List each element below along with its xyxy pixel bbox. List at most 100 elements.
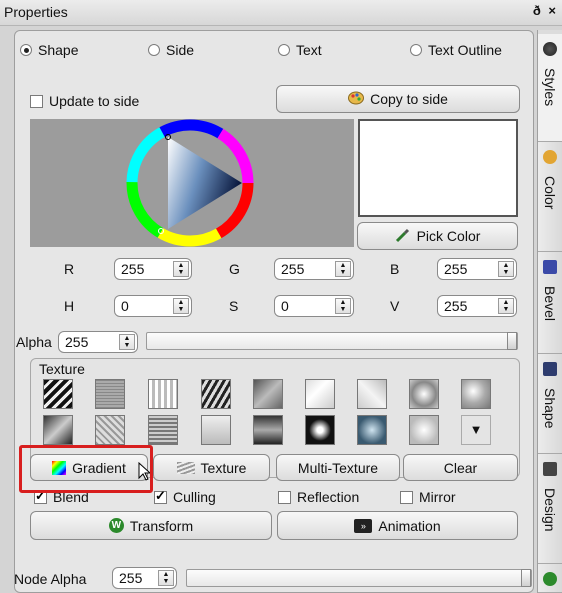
radio-label: Shape (38, 42, 79, 58)
checkbox-label: Culling (173, 489, 216, 505)
slider-thumb[interactable] (507, 332, 517, 350)
radio-side[interactable]: Side (148, 42, 194, 58)
alpha-spinner[interactable]: 255 ▲ ▼ (58, 331, 138, 353)
node-alpha-label: Node Alpha (14, 571, 87, 587)
texture-more-dropdown[interactable]: ▼ (461, 415, 491, 445)
window-controls[interactable]: ð × (533, 3, 558, 18)
spinner-arrows-icon[interactable]: ▲ ▼ (119, 334, 135, 350)
tab-label: Shape (542, 388, 558, 429)
g-label: G (229, 261, 240, 277)
update-to-side-checkbox[interactable]: Update to side (30, 93, 139, 109)
slider-thumb[interactable] (521, 569, 531, 587)
texture-swatch[interactable] (409, 415, 439, 445)
h-spinner[interactable]: 0 ▲ ▼ (114, 295, 192, 317)
more-tab-icon (543, 572, 557, 586)
texture-swatch[interactable] (95, 415, 125, 445)
texture-swatch[interactable] (253, 379, 283, 409)
g-spinner[interactable]: 255 ▲ ▼ (274, 258, 354, 280)
radio-dot (278, 44, 290, 56)
color-wheel-area[interactable] (30, 119, 354, 247)
spinner-value: 255 (121, 261, 145, 277)
texture-icon (176, 461, 195, 474)
transform-button[interactable]: W Transform (30, 511, 272, 540)
mirror-checkbox[interactable]: Mirror (400, 489, 456, 505)
alpha-slider[interactable] (146, 332, 518, 350)
spinner-value: 255 (65, 334, 89, 350)
v-spinner[interactable]: 255 ▲ ▼ (437, 295, 517, 317)
radio-shape[interactable]: Shape (20, 42, 78, 58)
tab-label: Design (542, 488, 558, 532)
texture-swatch[interactable] (148, 415, 178, 445)
radio-label: Text (296, 42, 322, 58)
spinner-arrows-icon[interactable]: ▲ ▼ (335, 261, 351, 277)
tab-design[interactable]: Design (538, 454, 562, 564)
radio-dot (148, 44, 160, 56)
alpha-label: Alpha (16, 334, 52, 350)
tab-label: Styles (542, 68, 558, 107)
texture-swatch[interactable] (201, 415, 231, 445)
checkbox-label: Mirror (419, 489, 456, 505)
spinner-arrows-icon[interactable]: ▲ ▼ (498, 298, 514, 314)
tab-shape[interactable]: Shape (538, 354, 562, 454)
texture-label: Texture (200, 459, 247, 476)
texture-swatch[interactable] (148, 379, 178, 409)
node-alpha-spinner[interactable]: 255 ▲ ▼ (112, 567, 177, 589)
saturation-value-triangle[interactable] (168, 137, 242, 229)
texture-swatch[interactable] (305, 379, 335, 409)
eyedropper-icon (395, 227, 411, 246)
texture-swatch[interactable] (409, 379, 439, 409)
radio-text-outline[interactable]: Text Outline (410, 42, 502, 58)
pick-color-label: Pick Color (416, 228, 481, 244)
spinner-arrows-icon[interactable]: ▲ ▼ (498, 261, 514, 277)
radio-text[interactable]: Text (278, 42, 322, 58)
highlight-box (19, 445, 153, 493)
reflection-checkbox[interactable]: Reflection (278, 489, 359, 505)
radio-label: Side (166, 42, 195, 58)
b-spinner[interactable]: 255 ▲ ▼ (437, 258, 517, 280)
s-spinner[interactable]: 0 ▲ ▼ (274, 295, 354, 317)
bevel-icon (543, 260, 557, 274)
multi-texture-label: Multi-Texture (297, 459, 379, 476)
design-icon (543, 462, 557, 476)
spinner-arrows-icon[interactable]: ▲ ▼ (335, 298, 351, 314)
texture-swatch[interactable] (461, 379, 491, 409)
s-label: S (229, 298, 239, 314)
r-label: R (64, 261, 75, 277)
texture-swatch[interactable] (95, 379, 125, 409)
spinner-arrows-icon[interactable]: ▲ ▼ (173, 261, 189, 277)
checkbox-label: Update to side (49, 93, 140, 109)
spinner-arrows-icon[interactable]: ▲ ▼ (158, 570, 174, 586)
copy-to-side-label: Copy to side (370, 91, 448, 107)
texture-swatch[interactable] (43, 415, 73, 445)
texture-swatch[interactable] (201, 379, 231, 409)
copy-to-side-button[interactable]: Copy to side (276, 85, 520, 113)
tab-styles[interactable]: Styles (538, 34, 562, 142)
animation-button[interactable]: » Animation (277, 511, 518, 540)
texture-swatch[interactable] (43, 379, 73, 409)
texture-swatch[interactable] (357, 415, 387, 445)
spinner-value: 0 (281, 298, 289, 314)
multi-texture-button[interactable]: Multi-Texture (276, 454, 400, 481)
texture-swatch[interactable] (305, 415, 335, 445)
window-title: Properties (4, 4, 68, 20)
tab-color[interactable]: Color (538, 142, 562, 252)
animation-icon: » (354, 518, 373, 533)
node-alpha-slider[interactable] (186, 569, 532, 587)
shape-icon (543, 362, 557, 376)
tab-label: Color (542, 176, 558, 210)
checkbox-box (400, 490, 413, 504)
tab-more[interactable] (538, 564, 562, 593)
spinner-arrows-icon[interactable]: ▲ ▼ (173, 298, 189, 314)
r-spinner[interactable]: 255 ▲ ▼ (114, 258, 192, 280)
texture-button[interactable]: Texture (153, 454, 270, 481)
culling-checkbox[interactable]: Culling (154, 488, 216, 505)
transform-label: Transform (129, 517, 194, 534)
radio-dot (410, 44, 422, 56)
texture-swatch[interactable] (357, 379, 387, 409)
clear-button[interactable]: Clear (403, 454, 518, 481)
texture-swatch[interactable] (253, 415, 283, 445)
tab-label: Bevel (542, 286, 558, 322)
pick-color-button[interactable]: Pick Color (357, 222, 518, 250)
checkbox-label: Reflection (297, 489, 360, 505)
tab-bevel[interactable]: Bevel (538, 252, 562, 354)
